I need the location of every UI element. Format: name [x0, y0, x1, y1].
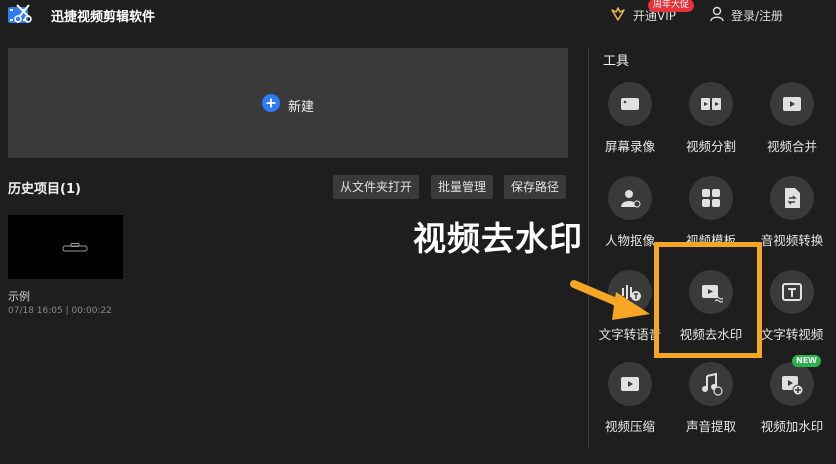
- text-to-video-icon: [782, 283, 802, 301]
- pointer-arrow-icon: [570, 280, 650, 320]
- video-template-icon: [702, 189, 720, 207]
- project-meta: 07/18 16:05 | 00:00:22: [8, 306, 112, 316]
- tool-video-merge[interactable]: 视频合并: [752, 82, 832, 162]
- tool-video-split[interactable]: 视频分割: [671, 82, 751, 162]
- project-thumbnail[interactable]: [8, 215, 123, 279]
- add-watermark-icon: [782, 376, 804, 396]
- open-from-folder-button[interactable]: 从文件夹打开: [333, 175, 419, 199]
- screen-record-icon: [621, 98, 639, 110]
- tool-screen-record[interactable]: 屏幕录像: [590, 82, 670, 162]
- tool-video-compress[interactable]: 视频压缩: [590, 362, 670, 442]
- video-split-icon: [701, 98, 721, 110]
- tool-text-to-video[interactable]: 文字转视频: [752, 270, 832, 350]
- login-label: 登录/注册: [731, 9, 784, 23]
- video-merge-icon: [783, 97, 801, 111]
- history-title: 历史项目(1): [8, 182, 81, 197]
- video-compress-icon: [621, 377, 639, 391]
- tool-av-convert[interactable]: 音视频转换: [752, 176, 832, 256]
- new-project-label[interactable]: 新建: [288, 96, 314, 115]
- tool-label: 视频合并: [766, 139, 817, 154]
- tool-audio-extract[interactable]: 声音提取: [671, 362, 751, 442]
- new-badge: NEW: [792, 355, 821, 367]
- project-name[interactable]: 示例: [8, 288, 30, 304]
- title-bar: 迅捷视频剪辑软件 开通VIP 周年大促 登录/注册: [0, 0, 836, 30]
- tool-add-watermark[interactable]: 视频加水印: [752, 362, 832, 442]
- audio-extract-icon: [702, 372, 723, 396]
- save-path-button[interactable]: 保存路径: [504, 175, 566, 199]
- person-cutout-icon: [621, 190, 641, 208]
- highlight-box: [654, 242, 762, 358]
- av-convert-icon: [785, 188, 800, 208]
- project-placeholder-icon: [62, 243, 88, 252]
- batch-manage-button[interactable]: 批量管理: [431, 175, 493, 199]
- tools-title: 工具: [603, 54, 630, 69]
- app-title: 迅捷视频剪辑软件: [51, 10, 156, 25]
- annotation-title: 视频去水印: [413, 219, 583, 258]
- user-icon: [710, 6, 724, 22]
- plus-icon[interactable]: [262, 94, 280, 112]
- crown-icon: [611, 7, 625, 21]
- tool-label: 视频加水印: [760, 419, 824, 434]
- app-logo-icon: [8, 4, 32, 23]
- promo-badge: 周年大促: [648, 0, 695, 12]
